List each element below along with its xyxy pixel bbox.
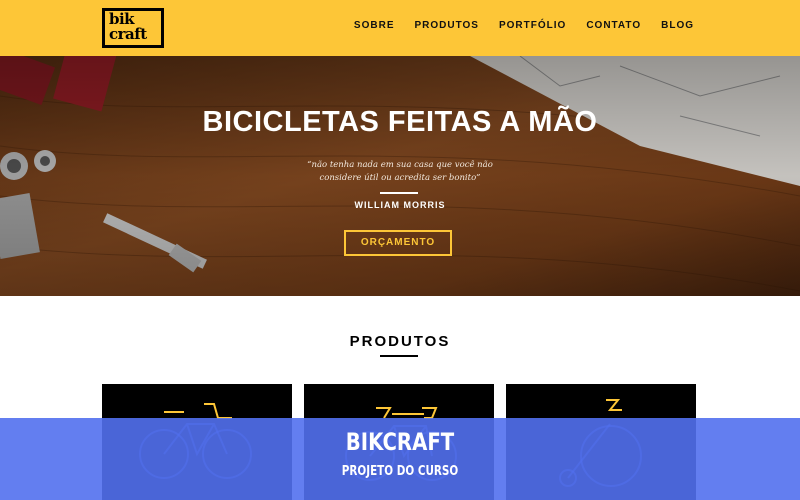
banner-title: BIKCRAFT [345, 428, 455, 456]
bikcraft-logo[interactable]: bik craft [102, 8, 164, 48]
main-nav: SOBRE PRODUTOS PORTFÓLIO CONTATO BLOG [354, 20, 694, 31]
nav-link-contato[interactable]: CONTATO [586, 20, 641, 31]
hero-quote: “não tenha nada em sua casa que você não… [307, 160, 493, 183]
hero-divider [380, 192, 418, 194]
nav-link-portfolio[interactable]: PORTFÓLIO [499, 20, 566, 31]
hero-content: BICICLETAS FEITAS A MÃO “não tenha nada … [0, 56, 800, 296]
logo-text: bik craft [109, 10, 147, 43]
banner-subtitle: PROJETO DO CURSO [341, 464, 459, 479]
orcamento-button[interactable]: ORÇAMENTO [344, 230, 452, 256]
nav-link-sobre[interactable]: SOBRE [354, 20, 395, 31]
products-title: PRODUTOS [349, 333, 451, 350]
site-header: bik craft SOBRE PRODUTOS PORTFÓLIO CONTA… [0, 0, 800, 56]
hero-section: BICICLETAS FEITAS A MÃO “não tenha nada … [0, 56, 800, 296]
hero-quote-author: WILLIAM MORRIS [354, 200, 446, 210]
nav-link-blog[interactable]: BLOG [661, 20, 694, 31]
course-banner: BIKCRAFT PROJETO DO CURSO [0, 418, 800, 500]
products-divider [380, 355, 418, 357]
hero-title: BICICLETAS FEITAS A MÃO [202, 106, 598, 138]
nav-link-produtos[interactable]: PRODUTOS [414, 20, 479, 31]
